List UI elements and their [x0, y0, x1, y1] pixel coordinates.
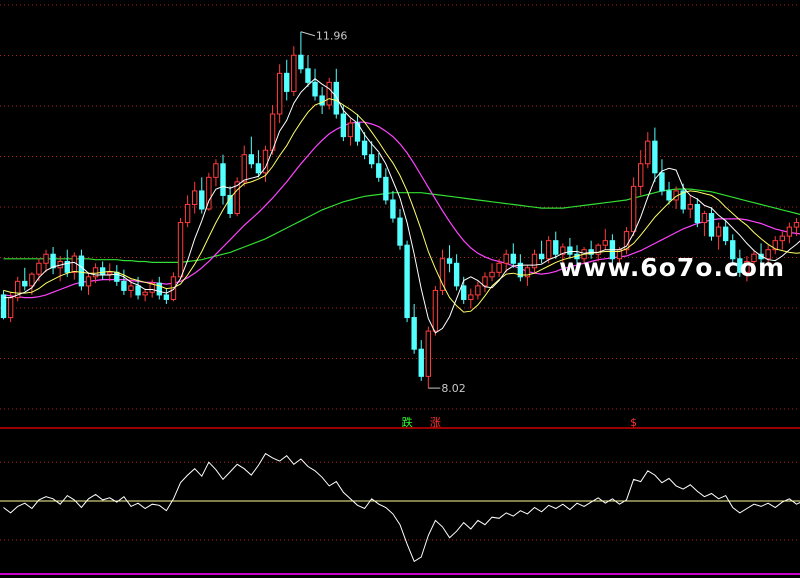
candle-body [71, 255, 78, 273]
candle-body [326, 81, 332, 106]
candle-body [347, 122, 354, 138]
candle-body [708, 213, 715, 237]
candle-body [213, 163, 219, 178]
signal-marker: 跌 [402, 415, 413, 429]
indicator-path [3, 452, 800, 563]
candle-body [284, 72, 290, 92]
candle-body [248, 154, 255, 165]
candle-body [439, 258, 446, 291]
candle-body [531, 253, 538, 269]
candle-body [276, 72, 283, 115]
candle-body [156, 282, 162, 296]
signal-marker: 涨 [430, 416, 441, 429]
candle-body [701, 213, 708, 224]
candle-body [503, 253, 509, 264]
candle-body [142, 291, 148, 296]
candle-body [305, 68, 311, 83]
candle-body [368, 154, 375, 165]
candle-body [107, 271, 113, 275]
candle-body [510, 253, 516, 264]
candle-body [78, 255, 85, 287]
candle-body [418, 348, 424, 377]
candle-body [163, 294, 170, 300]
candle-body [446, 258, 453, 264]
candle-body [0, 294, 7, 319]
signal-marker: $ [630, 416, 637, 429]
candle-body [312, 81, 318, 97]
candle-body [715, 226, 722, 237]
candle-body [135, 285, 141, 296]
signal-markers: 跌 涨 $ [402, 415, 638, 429]
candle-body [453, 262, 460, 287]
candle-body [397, 217, 403, 246]
candle-body [255, 163, 262, 174]
candle-body [489, 271, 495, 278]
candle-body [361, 140, 368, 156]
candle-body [652, 140, 658, 174]
indicator-line [3, 452, 800, 563]
candle-body [687, 203, 693, 210]
price-grid [0, 4, 800, 410]
candle-body [390, 199, 396, 219]
candle-body [191, 190, 198, 205]
candle-body [411, 317, 417, 350]
candle-body [468, 294, 474, 300]
candle-body [22, 280, 28, 287]
candle-body [496, 262, 502, 273]
candle-body [793, 222, 800, 228]
candle-body [630, 185, 637, 233]
candle-body [85, 276, 92, 287]
candle-body [199, 190, 205, 210]
candle-body [545, 240, 552, 260]
stock-chart: 11.96 8.02 www.6o7o.com 跌 涨 $ [0, 4, 800, 575]
candle-body [432, 289, 439, 332]
candle-body [43, 253, 49, 264]
low-price-label: 8.02 [441, 382, 466, 395]
candle-body [29, 273, 35, 287]
candle-body [121, 280, 127, 291]
candle-body [184, 203, 191, 224]
candle-body [291, 54, 297, 92]
candle-body [461, 285, 467, 300]
watermark-text: www.6o7o.com [559, 253, 785, 282]
candle-body [128, 285, 134, 291]
high-annotation: 11.96 [300, 30, 348, 43]
candle-body [553, 240, 559, 255]
candle-body [786, 226, 793, 237]
candle-body [666, 190, 672, 201]
candle-body [722, 226, 729, 242]
candle-body [475, 285, 481, 296]
candle-body [383, 176, 389, 201]
candle-body [7, 297, 14, 319]
low-annotation: 8.02 [428, 382, 466, 395]
candle-body [36, 262, 42, 275]
candle-body [340, 113, 347, 138]
candle-body [50, 253, 56, 269]
high-price-label: 11.96 [316, 30, 348, 43]
candle-body [482, 276, 488, 287]
candle-body [376, 163, 382, 178]
candle-body [220, 163, 226, 196]
candle-body [241, 154, 247, 183]
candle-body [177, 222, 184, 278]
candle-body [319, 95, 325, 106]
candle-body [538, 253, 545, 260]
candle-body [298, 54, 304, 70]
candle-body [602, 240, 609, 246]
candle-body [645, 140, 651, 165]
candle-body [638, 163, 644, 187]
candle-body [404, 244, 410, 319]
candle-body [779, 235, 785, 242]
candle-body [99, 267, 106, 275]
candle-body [659, 172, 665, 192]
candlestick-series [0, 31, 800, 389]
candle-body [333, 81, 339, 115]
candle-body [694, 203, 701, 224]
candle-body [425, 330, 432, 377]
